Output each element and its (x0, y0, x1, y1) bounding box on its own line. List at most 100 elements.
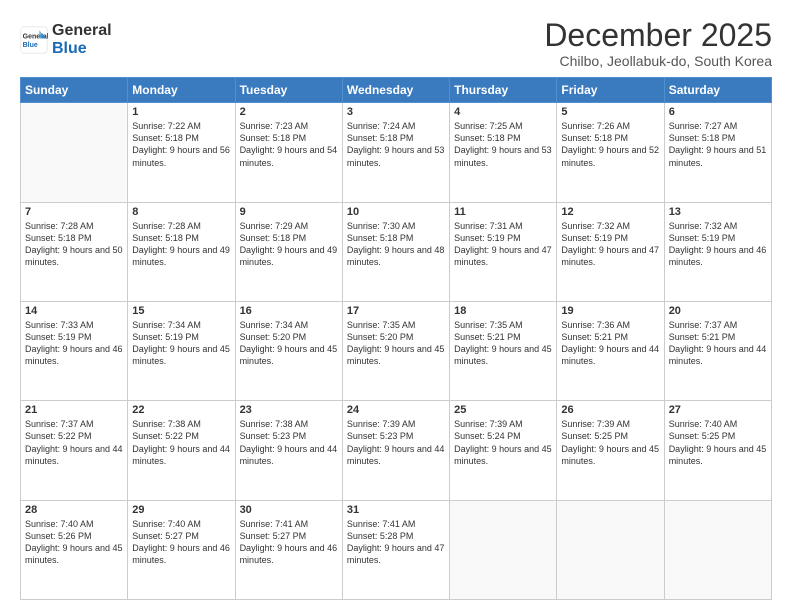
calendar-cell: 5 Sunrise: 7:26 AMSunset: 5:18 PMDaylight… (557, 103, 664, 202)
calendar-cell: 12 Sunrise: 7:32 AMSunset: 5:19 PMDayligh… (557, 202, 664, 301)
day-number: 20 (669, 305, 767, 317)
logo-text: General Blue (52, 22, 112, 57)
calendar-cell: 1Sunrise: 7:22 AMSunset: 5:18 PMDaylight… (128, 103, 235, 202)
col-header-sunday: Sunday (21, 78, 128, 103)
day-info: Sunrise: 7:36 AMSunset: 5:21 PMDaylight:… (561, 319, 659, 368)
title-block: December 2025 Chilbo, Jeollabuk-do, Sout… (544, 18, 772, 69)
col-header-wednesday: Wednesday (342, 78, 449, 103)
day-info: Sunrise: 7:35 AMSunset: 5:21 PMDaylight:… (454, 319, 552, 368)
day-info: Sunrise: 7:40 AMSunset: 5:26 PMDaylight:… (25, 518, 123, 567)
day-number: 6 (669, 106, 767, 118)
logo-general-text: General (52, 22, 112, 40)
col-header-saturday: Saturday (664, 78, 771, 103)
calendar-cell: 30 Sunrise: 7:41 AMSunset: 5:27 PMDayligh… (235, 500, 342, 599)
svg-text:Blue: Blue (23, 42, 38, 49)
calendar-cell: 10Sunrise: 7:30 AMSunset: 5:18 PMDayligh… (342, 202, 449, 301)
day-info: Sunrise: 7:28 AMSunset: 5:18 PMDaylight:… (25, 220, 123, 269)
logo: General Blue General Blue (20, 22, 112, 57)
calendar-cell: 29 Sunrise: 7:40 AMSunset: 5:27 PMDayligh… (128, 500, 235, 599)
calendar-cell: 25 Sunrise: 7:39 AMSunset: 5:24 PMDayligh… (450, 401, 557, 500)
day-number: 30 (240, 504, 338, 516)
day-info: Sunrise: 7:41 AMSunset: 5:28 PMDaylight:… (347, 518, 445, 567)
calendar-cell: 22 Sunrise: 7:38 AMSunset: 5:22 PMDayligh… (128, 401, 235, 500)
day-info: Sunrise: 7:38 AMSunset: 5:23 PMDaylight:… (240, 418, 338, 467)
day-number: 5 (561, 106, 659, 118)
day-info: Sunrise: 7:32 AMSunset: 5:19 PMDaylight:… (669, 220, 767, 269)
calendar-cell: 18 Sunrise: 7:35 AMSunset: 5:21 PMDayligh… (450, 301, 557, 400)
calendar-cell: 7 Sunrise: 7:28 AMSunset: 5:18 PMDaylight… (21, 202, 128, 301)
day-number: 23 (240, 404, 338, 416)
day-number: 21 (25, 404, 123, 416)
page: General Blue General Blue December 2025 … (0, 0, 792, 612)
calendar-cell (664, 500, 771, 599)
calendar-cell: 2 Sunrise: 7:23 AMSunset: 5:18 PMDaylight… (235, 103, 342, 202)
day-number: 3 (347, 106, 445, 118)
calendar-cell: 28 Sunrise: 7:40 AMSunset: 5:26 PMDayligh… (21, 500, 128, 599)
day-number: 11 (454, 206, 552, 218)
day-number: 22 (132, 404, 230, 416)
col-header-friday: Friday (557, 78, 664, 103)
calendar-cell (557, 500, 664, 599)
col-header-tuesday: Tuesday (235, 78, 342, 103)
calendar-cell: 20 Sunrise: 7:37 AMSunset: 5:21 PMDayligh… (664, 301, 771, 400)
day-number: 13 (669, 206, 767, 218)
day-number: 12 (561, 206, 659, 218)
location-subtitle: Chilbo, Jeollabuk-do, South Korea (544, 53, 772, 69)
calendar-cell: 21 Sunrise: 7:37 AMSunset: 5:22 PMDayligh… (21, 401, 128, 500)
day-info: Sunrise: 7:23 AMSunset: 5:18 PMDaylight:… (240, 120, 338, 169)
day-info: Sunrise: 7:24 AMSunset: 5:18 PMDaylight:… (347, 120, 445, 169)
day-number: 9 (240, 206, 338, 218)
calendar-cell: 26 Sunrise: 7:39 AMSunset: 5:25 PMDayligh… (557, 401, 664, 500)
calendar-cell: 9Sunrise: 7:29 AMSunset: 5:18 PMDaylight… (235, 202, 342, 301)
day-info: Sunrise: 7:39 AMSunset: 5:25 PMDaylight:… (561, 418, 659, 467)
calendar-cell: 4 Sunrise: 7:25 AMSunset: 5:18 PMDaylight… (450, 103, 557, 202)
day-number: 14 (25, 305, 123, 317)
day-info: Sunrise: 7:35 AMSunset: 5:20 PMDaylight:… (347, 319, 445, 368)
day-info: Sunrise: 7:38 AMSunset: 5:22 PMDaylight:… (132, 418, 230, 467)
logo-icon: General Blue (20, 26, 48, 54)
day-info: Sunrise: 7:28 AMSunset: 5:18 PMDaylight:… (132, 220, 230, 269)
day-number: 27 (669, 404, 767, 416)
calendar-cell: 8 Sunrise: 7:28 AMSunset: 5:18 PMDaylight… (128, 202, 235, 301)
day-number: 29 (132, 504, 230, 516)
calendar-cell: 24Sunrise: 7:39 AMSunset: 5:23 PMDayligh… (342, 401, 449, 500)
calendar-cell: 11Sunrise: 7:31 AMSunset: 5:19 PMDayligh… (450, 202, 557, 301)
day-info: Sunrise: 7:41 AMSunset: 5:27 PMDaylight:… (240, 518, 338, 567)
day-number: 2 (240, 106, 338, 118)
day-info: Sunrise: 7:30 AMSunset: 5:18 PMDaylight:… (347, 220, 445, 269)
calendar-cell: 13 Sunrise: 7:32 AMSunset: 5:19 PMDayligh… (664, 202, 771, 301)
day-number: 17 (347, 305, 445, 317)
day-number: 4 (454, 106, 552, 118)
calendar-cell: 31Sunrise: 7:41 AMSunset: 5:28 PMDayligh… (342, 500, 449, 599)
calendar-cell: 3 Sunrise: 7:24 AMSunset: 5:18 PMDaylight… (342, 103, 449, 202)
day-number: 25 (454, 404, 552, 416)
day-number: 18 (454, 305, 552, 317)
day-info: Sunrise: 7:37 AMSunset: 5:21 PMDaylight:… (669, 319, 767, 368)
calendar-cell: 16Sunrise: 7:34 AMSunset: 5:20 PMDayligh… (235, 301, 342, 400)
day-number: 15 (132, 305, 230, 317)
day-info: Sunrise: 7:40 AMSunset: 5:25 PMDaylight:… (669, 418, 767, 467)
calendar-cell: 15Sunrise: 7:34 AMSunset: 5:19 PMDayligh… (128, 301, 235, 400)
calendar-cell: 27 Sunrise: 7:40 AMSunset: 5:25 PMDayligh… (664, 401, 771, 500)
calendar-cell: 6 Sunrise: 7:27 AMSunset: 5:18 PMDaylight… (664, 103, 771, 202)
calendar-cell: 19Sunrise: 7:36 AMSunset: 5:21 PMDayligh… (557, 301, 664, 400)
day-info: Sunrise: 7:27 AMSunset: 5:18 PMDaylight:… (669, 120, 767, 169)
logo-blue-text: Blue (52, 40, 112, 58)
calendar-cell (21, 103, 128, 202)
day-info: Sunrise: 7:34 AMSunset: 5:20 PMDaylight:… (240, 319, 338, 368)
day-number: 24 (347, 404, 445, 416)
day-info: Sunrise: 7:40 AMSunset: 5:27 PMDaylight:… (132, 518, 230, 567)
day-info: Sunrise: 7:32 AMSunset: 5:19 PMDaylight:… (561, 220, 659, 269)
day-info: Sunrise: 7:25 AMSunset: 5:18 PMDaylight:… (454, 120, 552, 169)
day-number: 26 (561, 404, 659, 416)
day-number: 28 (25, 504, 123, 516)
day-info: Sunrise: 7:26 AMSunset: 5:18 PMDaylight:… (561, 120, 659, 169)
day-info: Sunrise: 7:37 AMSunset: 5:22 PMDaylight:… (25, 418, 123, 467)
calendar-cell: 23 Sunrise: 7:38 AMSunset: 5:23 PMDayligh… (235, 401, 342, 500)
header: General Blue General Blue December 2025 … (20, 18, 772, 69)
day-number: 8 (132, 206, 230, 218)
calendar-cell: 17 Sunrise: 7:35 AMSunset: 5:20 PMDayligh… (342, 301, 449, 400)
calendar-cell: 14Sunrise: 7:33 AMSunset: 5:19 PMDayligh… (21, 301, 128, 400)
day-info: Sunrise: 7:39 AMSunset: 5:24 PMDaylight:… (454, 418, 552, 467)
day-number: 7 (25, 206, 123, 218)
